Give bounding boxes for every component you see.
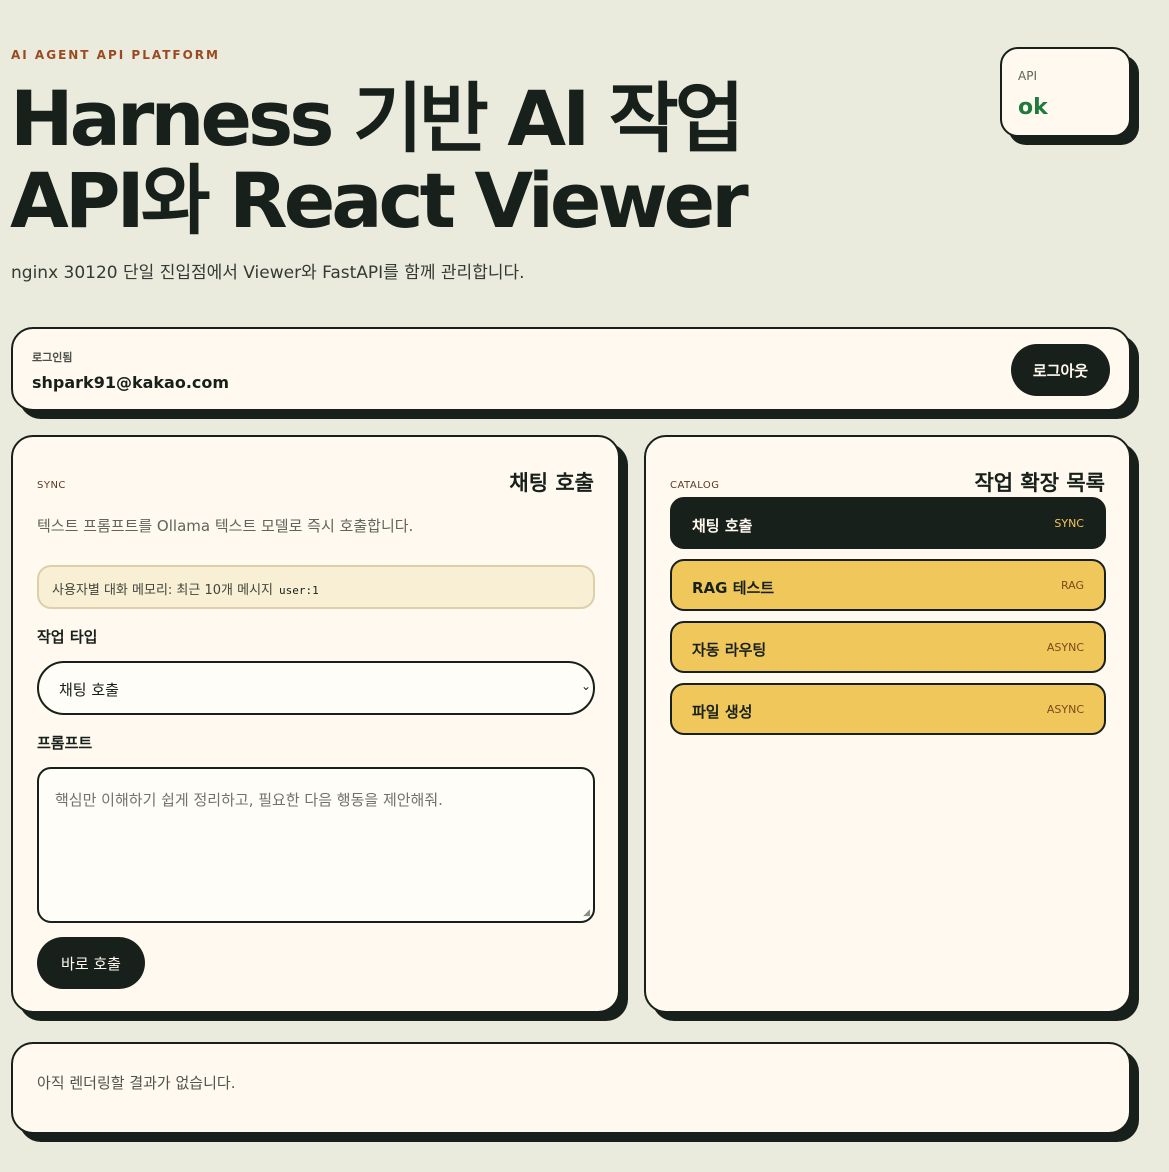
eyebrow-label: AI AGENT API PLATFORM (11, 48, 220, 62)
page-title-line2: API와 React Viewer (10, 156, 749, 245)
task-type-selected: 채팅 호출 (59, 681, 119, 699)
result-panel: 아직 렌더링할 결과가 없습니다. (11, 1042, 1131, 1134)
catalog-item-mode: SYNC (1054, 517, 1084, 530)
page-subtitle: nginx 30120 단일 진입점에서 Viewer와 FastAPI를 함께… (11, 263, 525, 283)
catalog-item-label: RAG 테스트 (692, 579, 775, 597)
api-status-card: API ok (1000, 47, 1131, 137)
catalog-item-mode: RAG (1060, 579, 1084, 592)
api-status-value: ok (1018, 95, 1048, 120)
chat-panel-description: 텍스트 프롬프트를 Ollama 텍스트 모델로 즉시 호출합니다. (37, 517, 414, 535)
catalog-item-auto-routing[interactable]: 자동 라우팅 ASYNC (670, 621, 1106, 673)
chat-panel-tag: SYNC (37, 480, 66, 491)
catalog-item-label: 자동 라우팅 (692, 641, 767, 659)
memory-user-id: user:1 (278, 584, 319, 597)
login-email: shpark91@kakao.com (32, 373, 230, 392)
prompt-textarea[interactable]: 핵심만 이해하기 쉽게 정리하고, 필요한 다음 행동을 제안해줘. ◢ (37, 767, 595, 923)
login-card: 로그인됨 shpark91@kakao.com 로그아웃 (11, 327, 1131, 411)
chevron-down-icon: ⌄ (580, 679, 591, 693)
catalog-panel-title: 작업 확장 목록 (974, 471, 1105, 495)
catalog-item-mode: ASYNC (1046, 703, 1084, 716)
run-now-button[interactable]: 바로 호출 (37, 937, 145, 989)
catalog-item-rag[interactable]: RAG 테스트 RAG (670, 559, 1106, 611)
task-type-select[interactable]: 채팅 호출 ⌄ (37, 661, 595, 715)
page-title: Harness 기반 AI 작업 API와 React Viewer (10, 74, 749, 245)
memory-info-box: 사용자별 대화 메모리: 최근 10개 메시지 user:1 (37, 565, 595, 609)
prompt-label: 프롬프트 (37, 734, 93, 752)
memory-info-text: 사용자별 대화 메모리: 최근 10개 메시지 (52, 583, 273, 598)
chat-panel: SYNC 채팅 호출 텍스트 프롬프트를 Ollama 텍스트 모델로 즉시 호… (11, 435, 620, 1013)
result-empty-text: 아직 렌더링할 결과가 없습니다. (37, 1074, 236, 1092)
catalog-item-label: 파일 생성 (692, 703, 753, 721)
resize-grip-icon[interactable]: ◢ (583, 908, 590, 918)
page: AI AGENT API PLATFORM Harness 기반 AI 작업 A… (0, 0, 1169, 1172)
catalog-item-file-generation[interactable]: 파일 생성 ASYNC (670, 683, 1106, 735)
catalog-item-label: 채팅 호출 (692, 517, 753, 535)
catalog-panel-tag: CATALOG (670, 480, 720, 491)
page-title-line1: Harness 기반 AI 작업 (10, 74, 745, 163)
login-status-label: 로그인됨 (32, 351, 73, 364)
chat-panel-title: 채팅 호출 (509, 471, 594, 495)
catalog-item-mode: ASYNC (1046, 641, 1084, 654)
catalog-item-chat[interactable]: 채팅 호출 SYNC (670, 497, 1106, 549)
logout-button[interactable]: 로그아웃 (1011, 344, 1110, 396)
api-status-label: API (1018, 69, 1037, 83)
task-type-label: 작업 타입 (37, 628, 98, 646)
prompt-placeholder: 핵심만 이해하기 쉽게 정리하고, 필요한 다음 행동을 제안해줘. (55, 791, 443, 809)
catalog-panel: CATALOG 작업 확장 목록 채팅 호출 SYNC RAG 테스트 RAG … (644, 435, 1131, 1013)
